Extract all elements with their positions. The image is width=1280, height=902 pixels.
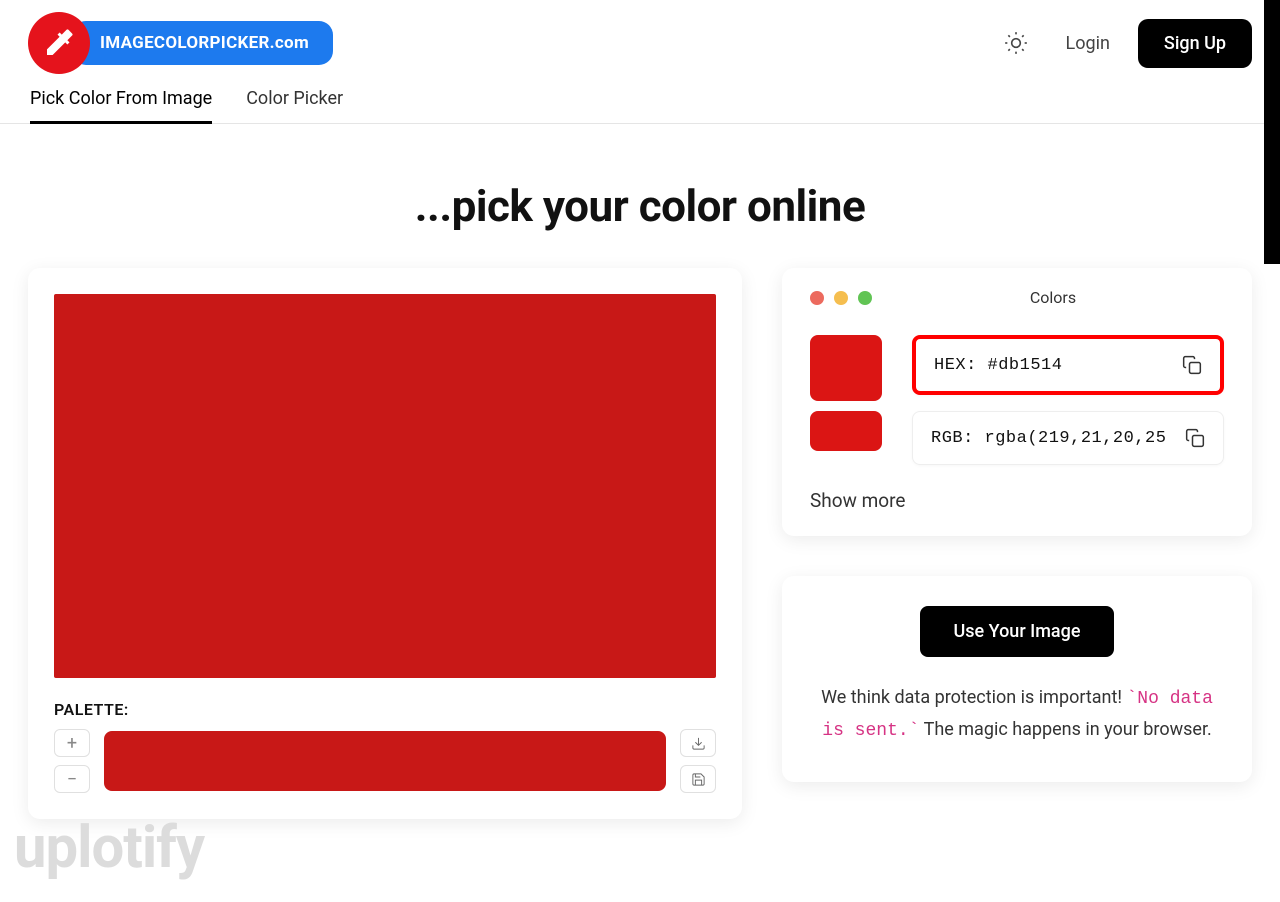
login-link[interactable]: Login (1066, 33, 1110, 54)
copy-icon (1185, 428, 1205, 448)
use-your-image-button[interactable]: Use Your Image (920, 606, 1115, 657)
copy-icon (1182, 355, 1202, 375)
colors-panel: Colors HEX: #db1514 RGB: rgba(219,21,20 (782, 268, 1252, 536)
tab-pick-from-image[interactable]: Pick Color From Image (30, 88, 212, 123)
traffic-light-yellow (834, 291, 848, 305)
rgb-text: RGB: rgba(219,21,20,25 (931, 429, 1185, 448)
show-more-link[interactable]: Show more (810, 489, 1224, 512)
traffic-light-green (858, 291, 872, 305)
brand[interactable]: IMAGECOLORPICKER.com (28, 12, 333, 74)
palette-remove-button[interactable]: − (54, 765, 90, 793)
secondary-color-swatch[interactable] (810, 411, 882, 451)
color-canvas[interactable] (54, 294, 716, 678)
signup-button[interactable]: Sign Up (1138, 19, 1252, 68)
colors-title: Colors (882, 288, 1224, 307)
palette-add-button[interactable]: + (54, 729, 90, 757)
traffic-light-red (810, 291, 824, 305)
theme-toggle[interactable] (994, 21, 1038, 65)
download-icon (691, 736, 706, 751)
tab-color-picker[interactable]: Color Picker (246, 88, 343, 123)
palette-label: PALETTE: (54, 700, 716, 719)
watermark: uplotify (14, 814, 204, 882)
download-button[interactable] (680, 729, 716, 757)
copy-rgb-button[interactable] (1185, 428, 1205, 448)
selected-color-swatch[interactable] (810, 335, 882, 401)
hex-value-row: HEX: #db1514 (912, 335, 1224, 395)
page-title: ...pick your color online (0, 124, 1280, 268)
hex-text: HEX: #db1514 (934, 356, 1182, 375)
use-image-panel: Use Your Image We think data protection … (782, 576, 1252, 782)
image-card: PALETTE: + − (28, 268, 742, 819)
use-description: We think data protection is important! `… (814, 683, 1220, 746)
save-button[interactable] (680, 765, 716, 793)
edge-decoration (1264, 0, 1280, 264)
sun-icon (1003, 30, 1029, 56)
palette-swatch[interactable] (104, 731, 666, 791)
brand-text: IMAGECOLORPICKER.com (72, 21, 333, 65)
rgb-value-row: RGB: rgba(219,21,20,25 (912, 411, 1224, 465)
copy-hex-button[interactable] (1182, 355, 1202, 375)
eyedropper-icon (28, 12, 90, 74)
save-icon (691, 772, 706, 787)
